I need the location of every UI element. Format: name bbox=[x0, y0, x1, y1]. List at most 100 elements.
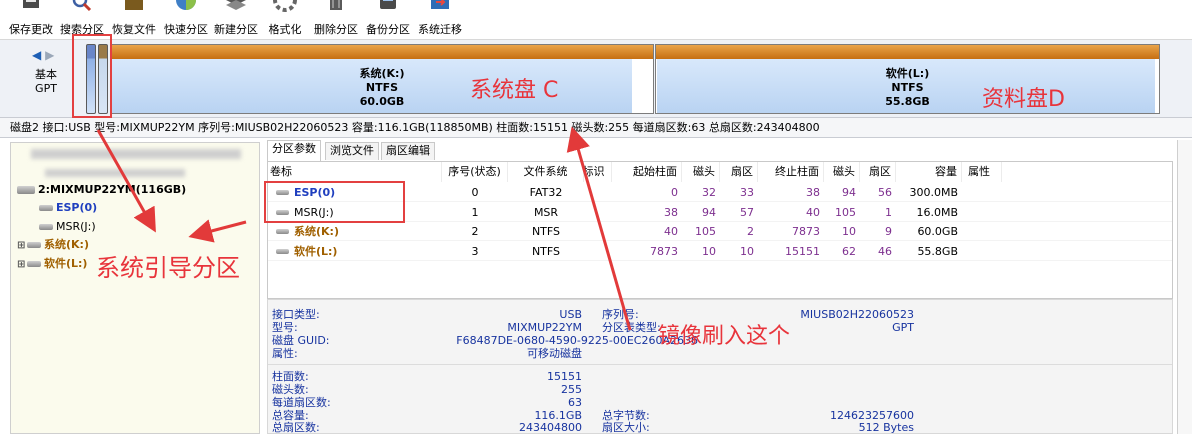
system-partition-size: 60.0GB bbox=[359, 95, 405, 108]
cell-end-head: 10 bbox=[842, 225, 856, 238]
cell-fs: FAT32 bbox=[529, 186, 563, 199]
system-migration-button[interactable]: 系统迁移 bbox=[416, 0, 464, 38]
search-partition-button[interactable]: 搜索分区 bbox=[58, 0, 106, 38]
partition-icon bbox=[27, 242, 41, 248]
col-header-end-cyl[interactable]: 终止柱面 bbox=[758, 162, 824, 182]
delete-partition-button[interactable]: 删除分区 bbox=[312, 0, 360, 38]
format-icon bbox=[273, 0, 297, 12]
arrow-right-icon[interactable]: ▶ bbox=[45, 48, 54, 62]
tree-item-label: MSR(J:) bbox=[56, 220, 96, 233]
col-header-end-sec[interactable]: 扇区 bbox=[860, 162, 896, 182]
prop-model-value: MIXMUP22YM bbox=[507, 321, 582, 334]
cell-end-sec: 9 bbox=[885, 225, 892, 238]
cell-label: 系统(K:) bbox=[294, 225, 339, 238]
software-partition-block[interactable]: 软件(L:) NTFS 55.8GB bbox=[655, 44, 1160, 114]
tree-item-system[interactable]: ⊞ 系统(K:) bbox=[17, 236, 89, 254]
right-edge-panel bbox=[1177, 140, 1192, 434]
col-header-attr[interactable]: 属性 bbox=[962, 162, 1002, 182]
new-partition-button[interactable]: 新建分区 bbox=[212, 0, 260, 38]
backup-partition-button[interactable]: 备份分区 bbox=[364, 0, 412, 38]
col-header-id[interactable]: 标识 bbox=[584, 162, 612, 182]
tab-browse-files[interactable]: 浏览文件 bbox=[325, 142, 379, 160]
save-icon bbox=[23, 0, 39, 8]
tree-disk-item[interactable]: 2:MIXMUP22YM(116GB) bbox=[17, 181, 186, 199]
backup-icon bbox=[380, 0, 396, 9]
props-divider bbox=[268, 364, 1172, 365]
cell-num: 0 bbox=[471, 186, 479, 199]
cell-start-sec: 57 bbox=[740, 205, 754, 219]
cell-start-head: 32 bbox=[702, 186, 716, 199]
cell-end-sec: 46 bbox=[878, 244, 892, 258]
col-header-fs[interactable]: 文件系统 bbox=[508, 162, 584, 182]
prop-iface-value: USB bbox=[559, 308, 582, 321]
disk-nav-arrows[interactable]: ◀ ▶ bbox=[32, 48, 54, 62]
col-header-start-sec[interactable]: 扇区 bbox=[720, 162, 758, 182]
arrow-left-icon[interactable]: ◀ bbox=[32, 48, 41, 62]
tree-item-msr[interactable]: MSR(J:) bbox=[29, 218, 96, 236]
table-row[interactable]: 系统(K:) 2 NTFS 40 105 2 7873 10 9 60.0GB bbox=[268, 222, 1172, 241]
prop-heads-value: 255 bbox=[561, 383, 582, 396]
prop-model-key: 型号: bbox=[272, 321, 298, 334]
recover-files-label: 恢复文件 bbox=[112, 23, 156, 36]
cell-end-cyl: 7873 bbox=[792, 225, 820, 238]
annotation-boot-partition: 系统引导分区 bbox=[96, 254, 240, 282]
cell-end-cyl: 40 bbox=[806, 205, 820, 219]
cell-label: 软件(L:) bbox=[294, 244, 338, 258]
software-partition-size: 55.8GB bbox=[885, 95, 930, 108]
expand-icon[interactable]: ⊞ bbox=[17, 237, 27, 255]
prop-attr-value: 可移动磁盘 bbox=[527, 347, 582, 360]
save-changes-button[interactable]: 保存更改 bbox=[8, 0, 54, 38]
recover-files-button[interactable]: 恢复文件 bbox=[110, 0, 158, 38]
tree-item-esp[interactable]: ESP(0) bbox=[29, 199, 97, 217]
format-button[interactable]: 格式化 bbox=[264, 0, 306, 38]
format-label: 格式化 bbox=[268, 23, 302, 36]
cell-end-head: 62 bbox=[842, 244, 856, 258]
table-row[interactable]: 软件(L:) 3 NTFS 7873 10 10 15151 62 46 55.8GB bbox=[268, 242, 1172, 261]
partition-icon bbox=[39, 205, 53, 211]
col-header-size[interactable]: 容量 bbox=[896, 162, 962, 182]
cell-fs: NTFS bbox=[531, 225, 561, 238]
cell-end-cyl: 15151 bbox=[785, 244, 820, 258]
cell-num: 1 bbox=[471, 205, 479, 219]
blurred-tree-item bbox=[31, 149, 241, 159]
tab-sector-edit[interactable]: 扇区编辑 bbox=[381, 142, 435, 160]
prop-spt-value: 63 bbox=[568, 396, 582, 409]
tree-item-label: ESP(0) bbox=[56, 201, 98, 214]
cell-end-head: 94 bbox=[842, 186, 856, 199]
col-header-end-head[interactable]: 磁头 bbox=[824, 162, 860, 182]
disk-icon bbox=[17, 186, 35, 194]
tree-item-software[interactable]: ⊞ 软件(L:) bbox=[17, 255, 87, 273]
cell-size: 55.8GB bbox=[917, 244, 958, 258]
cell-end-sec: 1 bbox=[885, 205, 892, 219]
migrate-icon bbox=[431, 0, 449, 9]
cell-end-cyl: 38 bbox=[806, 186, 820, 199]
toolbar: 保存更改 搜索分区 恢复文件 快速分区 新建分区 格式化 删除分区 备份分区 系… bbox=[0, 0, 1192, 40]
col-header-label[interactable]: 卷标 bbox=[270, 162, 442, 182]
system-partition-block[interactable]: 系统(K:) NTFS 60.0GB bbox=[110, 44, 654, 114]
partition-icon bbox=[27, 261, 41, 267]
prop-guid-value: F68487DE-0680-4590-9225-00EC260A2636 bbox=[456, 334, 698, 347]
tab-partition-params[interactable]: 分区参数 bbox=[267, 140, 321, 161]
cell-start-cyl: 0 bbox=[671, 186, 678, 199]
quick-partition-button[interactable]: 快速分区 bbox=[162, 0, 210, 38]
partition-usage-bar bbox=[111, 45, 653, 59]
cell-start-cyl: 38 bbox=[664, 205, 678, 219]
col-header-start-head[interactable]: 磁头 bbox=[682, 162, 720, 182]
backup-partition-label: 备份分区 bbox=[366, 23, 410, 36]
system-partition-name: 系统(K:) bbox=[359, 67, 405, 80]
prop-sect-key: 总扇区数: bbox=[272, 421, 320, 434]
prop-ssize-key: 扇区大小: bbox=[602, 421, 650, 434]
cell-fs: NTFS bbox=[531, 244, 561, 258]
cell-start-sec: 10 bbox=[740, 244, 754, 258]
cell-end-head: 105 bbox=[835, 205, 856, 219]
quick-partition-icon bbox=[176, 0, 196, 10]
disk-info-bar: 磁盘2 接口:USB 型号:MIXMUP22YM 序列号:MIUSB02H220… bbox=[0, 118, 1192, 138]
col-header-index[interactable]: 序号(状态) bbox=[442, 162, 508, 182]
prop-heads-key: 磁头数: bbox=[272, 383, 309, 396]
col-header-start-cyl[interactable]: 起始柱面 bbox=[612, 162, 682, 182]
cell-start-head: 10 bbox=[702, 244, 716, 258]
annotation-system-disk: 系统盘 C bbox=[470, 78, 559, 103]
expand-icon[interactable]: ⊞ bbox=[17, 256, 27, 274]
prop-spt-key: 每道扇区数: bbox=[272, 396, 331, 409]
cell-size: 16.0MB bbox=[916, 205, 958, 219]
